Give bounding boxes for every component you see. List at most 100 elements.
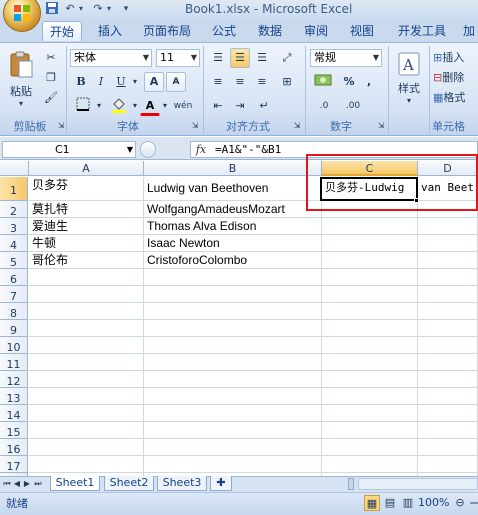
sheet-tab-2[interactable]: Sheet2 <box>104 476 154 491</box>
font-color-dropdown-icon[interactable]: ▾ <box>160 96 170 116</box>
increase-indent-icon[interactable]: ⇥ <box>230 96 250 116</box>
table-cell[interactable] <box>418 235 478 252</box>
table-cell[interactable] <box>418 320 478 337</box>
table-cell[interactable] <box>29 405 144 422</box>
row-header[interactable]: 15 <box>0 422 28 439</box>
row-header[interactable]: 3 <box>0 218 28 235</box>
table-cell[interactable] <box>322 252 418 269</box>
bold-button[interactable]: B <box>72 72 90 92</box>
tab-split-handle[interactable] <box>348 478 354 490</box>
row-header[interactable]: 2 <box>0 201 28 218</box>
table-cell[interactable] <box>144 422 322 439</box>
table-cell[interactable] <box>322 405 418 422</box>
tab-home[interactable]: 开始 <box>42 21 82 41</box>
alignment-launcher-icon[interactable]: ⇲ <box>292 119 302 133</box>
table-cell[interactable]: Ludwig van Beethoven <box>144 177 322 201</box>
font-name-select[interactable]: 宋体 ▼ <box>70 49 152 67</box>
table-cell[interactable] <box>29 371 144 388</box>
borders-icon[interactable] <box>72 96 94 116</box>
align-right-icon[interactable]: ≡ <box>252 72 272 92</box>
name-box-dropdown-icon[interactable]: ▼ <box>124 141 136 158</box>
tab-data[interactable]: 数据 <box>252 21 288 41</box>
table-cell[interactable] <box>29 286 144 303</box>
row-header[interactable]: 5 <box>0 252 28 269</box>
page-break-view-icon[interactable]: ▥ <box>400 495 416 511</box>
table-cell[interactable] <box>418 456 478 473</box>
table-cell[interactable] <box>418 303 478 320</box>
zoom-level[interactable]: 100% <box>418 496 449 509</box>
table-cell[interactable]: CristoforoColombo <box>144 252 322 269</box>
table-cell[interactable] <box>322 388 418 405</box>
table-cell[interactable] <box>29 354 144 371</box>
italic-button[interactable]: I <box>92 72 110 92</box>
insert-sheet-icon[interactable]: ✚ <box>210 476 232 491</box>
sheet-tab-3[interactable]: Sheet3 <box>157 476 207 491</box>
table-cell[interactable]: WolfgangAmadeusMozart <box>144 201 322 218</box>
page-layout-view-icon[interactable]: ▤ <box>382 495 398 511</box>
table-cell[interactable]: Isaac Newton <box>144 235 322 252</box>
row-header[interactable]: 12 <box>0 371 28 388</box>
table-cell[interactable] <box>144 439 322 456</box>
number-launcher-icon[interactable]: ⇲ <box>376 119 386 133</box>
decrease-decimal-button[interactable]: .00 <box>340 96 366 116</box>
fill-color-dropdown-icon[interactable]: ▾ <box>130 96 140 116</box>
table-cell[interactable] <box>144 303 322 320</box>
prev-sheet-icon[interactable]: ◀ <box>12 476 22 491</box>
underline-dropdown-icon[interactable]: ▾ <box>130 72 140 92</box>
table-cell[interactable] <box>418 337 478 354</box>
font-color-button[interactable]: A <box>140 96 160 116</box>
name-box[interactable]: C1 <box>2 141 136 158</box>
row-header[interactable]: 10 <box>0 337 28 354</box>
column-header-a[interactable]: A <box>29 161 144 176</box>
table-cell[interactable]: 爱迪生 <box>29 218 144 235</box>
table-cell[interactable] <box>418 269 478 286</box>
sheet-tab-1[interactable]: Sheet1 <box>50 476 100 491</box>
underline-button[interactable]: U <box>112 72 130 92</box>
table-cell[interactable] <box>29 320 144 337</box>
table-cell[interactable] <box>29 422 144 439</box>
next-sheet-icon[interactable]: ▶ <box>22 476 32 491</box>
zoom-slider[interactable] <box>470 502 478 504</box>
tab-view[interactable]: 视图 <box>344 21 380 41</box>
table-cell[interactable] <box>144 354 322 371</box>
table-cell[interactable] <box>322 286 418 303</box>
shrink-font-button[interactable]: A <box>166 72 186 92</box>
table-cell[interactable] <box>418 422 478 439</box>
table-cell[interactable] <box>144 337 322 354</box>
row-header[interactable]: 17 <box>0 456 28 473</box>
phonetic-guide-button[interactable]: wén <box>172 96 194 116</box>
table-cell[interactable]: 贝多芬 <box>29 177 144 201</box>
row-header[interactable]: 6 <box>0 269 28 286</box>
table-cell[interactable] <box>144 388 322 405</box>
row-header[interactable]: 1 <box>0 177 28 201</box>
table-cell[interactable]: Thomas Alva Edison <box>144 218 322 235</box>
table-cell[interactable] <box>144 320 322 337</box>
cut-icon[interactable]: ✂ <box>42 48 60 66</box>
currency-icon[interactable] <box>310 72 336 92</box>
table-cell[interactable] <box>29 269 144 286</box>
table-cell[interactable] <box>29 303 144 320</box>
font-size-select[interactable]: 11 ▼ <box>156 49 200 67</box>
text-orientation-icon[interactable]: ⤢ <box>276 48 298 68</box>
clipboard-launcher-icon[interactable]: ⇲ <box>56 119 66 133</box>
align-top-icon[interactable]: ☰ <box>208 48 228 68</box>
table-cell[interactable] <box>144 286 322 303</box>
align-middle-icon[interactable]: ☰ <box>230 48 250 68</box>
table-cell[interactable] <box>322 218 418 235</box>
borders-dropdown-icon[interactable]: ▾ <box>94 96 104 116</box>
insert-function-icon[interactable]: fx <box>190 141 212 158</box>
normal-view-icon[interactable]: ▦ <box>364 495 380 511</box>
table-cell[interactable] <box>144 371 322 388</box>
insert-cells-button[interactable]: ⊞插入 <box>432 48 478 66</box>
table-cell[interactable] <box>418 439 478 456</box>
table-cell[interactable] <box>322 269 418 286</box>
font-launcher-icon[interactable]: ⇲ <box>190 119 200 133</box>
increase-decimal-button[interactable]: .0 <box>312 96 336 116</box>
format-painter-icon[interactable]: 🖌 <box>42 88 60 106</box>
decrease-indent-icon[interactable]: ⇤ <box>208 96 228 116</box>
tab-insert[interactable]: 插入 <box>92 21 128 41</box>
save-icon[interactable] <box>44 1 60 17</box>
tab-formulas[interactable]: 公式 <box>206 21 242 41</box>
table-cell[interactable] <box>144 269 322 286</box>
table-cell[interactable] <box>322 354 418 371</box>
